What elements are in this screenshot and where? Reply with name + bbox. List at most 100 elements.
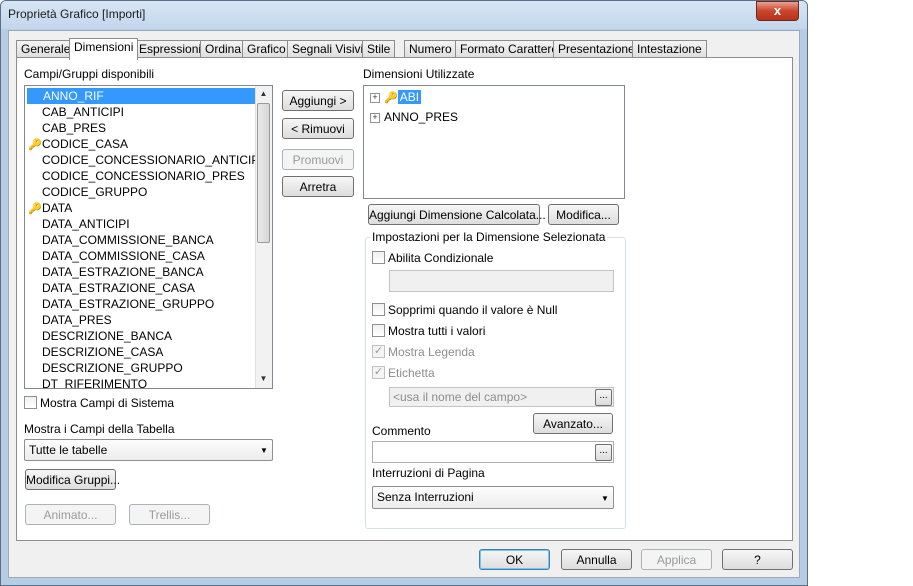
trellis-button[interactable]: Trellis... xyxy=(129,504,210,525)
list-item[interactable]: DESCRIZIONE_BANCA xyxy=(26,328,172,344)
list-item[interactable]: DESCRIZIONE_CASA xyxy=(26,344,163,360)
list-item-label: DESCRIZIONE_BANCA xyxy=(42,329,173,343)
list-item-label: DATA_COMMISSIONE_BANCA xyxy=(42,233,214,247)
window-title: Proprietà Grafico [Importi] xyxy=(8,7,146,21)
show-system-fields-label: Mostra Campi di Sistema xyxy=(40,396,175,410)
add-calculated-dimension-button[interactable]: Aggiungi Dimensione Calcolata... xyxy=(368,204,546,225)
enable-conditional-checkbox[interactable] xyxy=(372,251,385,264)
label-checkbox[interactable]: ✓ xyxy=(372,366,385,379)
tab-dimensioni[interactable]: Dimensioni xyxy=(69,38,139,60)
list-item[interactable]: CODICE_CONCESSIONARIO_PRES xyxy=(26,168,245,184)
apply-button[interactable]: Applica xyxy=(641,549,712,570)
edit-dimension-button[interactable]: Modifica... xyxy=(548,204,619,225)
edit-groups-button[interactable]: Modifica Gruppi... xyxy=(25,469,120,490)
show-table-fields-label: Mostra i Campi della Tabella xyxy=(24,422,175,436)
list-item-label: DATA_ANTICIPI xyxy=(42,217,130,231)
list-item-label: CODICE_CONCESSIONARIO_PRES xyxy=(42,169,245,183)
show-all-values-label: Mostra tutti i valori xyxy=(388,324,486,338)
list-item[interactable]: CAB_PRES xyxy=(26,120,106,136)
conditional-expression-field[interactable] xyxy=(389,270,614,292)
ok-button[interactable]: OK xyxy=(479,549,550,570)
show-system-fields-checkbox[interactable] xyxy=(24,396,37,409)
table-select[interactable]: Tutte le tabelle xyxy=(24,439,273,461)
tree-item[interactable]: + ANNO_PRES xyxy=(370,108,458,126)
list-item-label: CAB_ANTICIPI xyxy=(42,105,125,119)
label-placeholder: <usa il nome del campo> xyxy=(393,390,528,404)
available-fields-list[interactable]: ANNO_RIF CAB_ANTICIPI CAB_PRES 🔑 CODICE_C… xyxy=(24,85,273,389)
show-all-values-checkbox[interactable] xyxy=(372,324,385,337)
expand-icon[interactable]: + xyxy=(370,92,380,103)
list-item[interactable]: 🔑 CODICE_CASA xyxy=(26,136,128,152)
list-item[interactable]: DATA_COMMISSIONE_BANCA xyxy=(26,232,214,248)
remove-dimension-button[interactable]: < Rimuovi xyxy=(282,118,354,139)
list-item-label: DESCRIZIONE_CASA xyxy=(42,345,164,359)
list-item[interactable]: DESCRIZIONE_GRUPPO xyxy=(26,360,183,376)
list-item[interactable]: CODICE_CONCESSIONARIO_ANTICIPI xyxy=(26,152,263,168)
list-item-label: DATA_PRES xyxy=(42,313,112,327)
key-icon: 🔑 xyxy=(28,139,42,151)
list-item-label: DATA_ESTRAZIONE_GRUPPO xyxy=(42,297,215,311)
page-breaks-select[interactable]: Senza Interruzioni xyxy=(372,486,614,509)
list-item[interactable]: DATA_ANTICIPI xyxy=(26,216,130,232)
list-item-label: CODICE_CONCESSIONARIO_ANTICIPI xyxy=(42,153,263,167)
list-item[interactable]: DT_RIFERIMENTO xyxy=(26,376,148,389)
label-checkbox-label: Etichetta xyxy=(388,366,435,380)
comment-label: Commento xyxy=(372,424,431,438)
comment-field[interactable] xyxy=(372,441,614,463)
settings-group-title: Impostazioni per la Dimensione Seleziona… xyxy=(370,230,608,244)
list-item-label: DATA_ESTRAZIONE_BANCA xyxy=(42,265,204,279)
list-item-label: DATA xyxy=(42,201,73,215)
key-icon: 🔑 xyxy=(384,92,398,104)
checkmark-icon: ✓ xyxy=(373,345,384,357)
label-field[interactable]: <usa il nome del campo> xyxy=(389,387,614,407)
used-dimensions-label: Dimensioni Utilizzate xyxy=(363,67,475,81)
key-icon: 🔑 xyxy=(28,203,42,215)
scroll-up-icon[interactable]: ▲ xyxy=(255,89,272,98)
tree-item[interactable]: + 🔑 ABI xyxy=(370,88,422,106)
add-dimension-button[interactable]: Aggiungi > xyxy=(282,90,354,111)
list-item[interactable]: CODICE_GRUPPO xyxy=(26,184,147,200)
table-select-value: Tutte le tabelle xyxy=(29,443,108,457)
list-item-label: CAB_PRES xyxy=(42,121,107,135)
list-item-label: CODICE_GRUPPO xyxy=(42,185,148,199)
cancel-button[interactable]: Annulla xyxy=(561,549,632,570)
expand-icon[interactable]: + xyxy=(370,112,380,123)
tab-strip: Generale Dimensioni Espressioni Ordina G… xyxy=(16,38,716,60)
show-legend-checkbox[interactable]: ✓ xyxy=(372,345,385,358)
list-item[interactable]: DATA_ESTRAZIONE_GRUPPO xyxy=(26,296,214,312)
enable-conditional-label: Abilita Condizionale xyxy=(388,251,494,265)
list-item[interactable]: 🔑 DATA xyxy=(26,200,72,216)
list-item[interactable]: DATA_ESTRAZIONE_CASA xyxy=(26,280,195,296)
comment-ellipsis-button[interactable]: ... xyxy=(595,444,612,461)
list-item-label: DATA_COMMISSIONE_CASA xyxy=(42,249,205,263)
checkmark-icon: ✓ xyxy=(373,366,384,378)
suppress-null-checkbox[interactable] xyxy=(372,303,385,316)
suppress-null-label: Sopprimi quando il valore è Null xyxy=(388,303,558,317)
animate-button[interactable]: Animato... xyxy=(25,504,116,525)
list-item[interactable]: DATA_ESTRAZIONE_BANCA xyxy=(26,264,204,280)
help-button[interactable]: ? xyxy=(722,549,793,570)
list-item[interactable]: CAB_ANTICIPI xyxy=(26,104,124,120)
list-item-label: DATA_ESTRAZIONE_CASA xyxy=(42,281,195,295)
list-item-label: DT_RIFERIMENTO xyxy=(42,377,148,389)
list-item[interactable]: DATA_PRES xyxy=(26,312,112,328)
page-breaks-label: Interruzioni di Pagina xyxy=(372,466,485,480)
list-item-label: ANNO_RIF xyxy=(43,89,104,103)
list-item[interactable]: ANNO_RIF xyxy=(27,88,268,104)
promote-button[interactable]: Promuovi xyxy=(282,149,354,170)
demote-button[interactable]: Arretra xyxy=(282,176,354,197)
available-fields-label: Campi/Gruppi disponibili xyxy=(24,67,155,81)
chevron-down-icon: ▼ xyxy=(601,494,609,503)
advanced-button[interactable]: Avanzato... xyxy=(533,413,613,434)
show-legend-label: Mostra Legenda xyxy=(388,345,475,359)
list-item[interactable]: DATA_COMMISSIONE_CASA xyxy=(26,248,205,264)
list-item-label: DESCRIZIONE_GRUPPO xyxy=(42,361,183,375)
close-button[interactable]: x xyxy=(756,1,799,21)
chevron-down-icon: ▼ xyxy=(260,446,268,455)
tree-item-label: ANNO_PRES xyxy=(384,110,459,124)
label-ellipsis-button[interactable]: ... xyxy=(595,389,612,406)
used-dimensions-tree[interactable]: + 🔑 ABI + ANNO_PRES xyxy=(363,85,625,199)
scrollbar-thumb[interactable] xyxy=(257,103,270,243)
tree-item-label: ABI xyxy=(397,90,422,104)
scroll-down-icon[interactable]: ▼ xyxy=(255,374,272,383)
